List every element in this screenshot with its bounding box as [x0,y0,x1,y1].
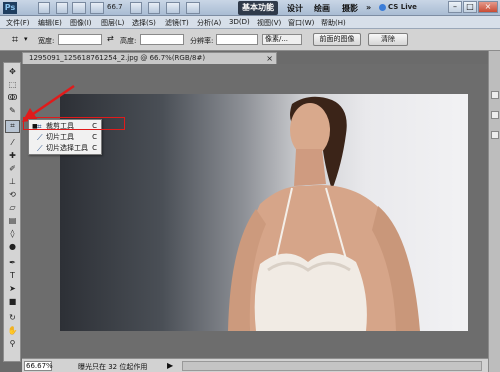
hand-tool-icon[interactable]: ✋ [7,326,18,335]
menu-window[interactable]: 窗口(W) [288,18,314,28]
slice-icon: ⟋ [37,133,43,142]
rotate-view-button[interactable] [148,2,160,14]
history-brush-tool-icon[interactable]: ⟲ [7,190,18,199]
path-selection-tool-icon[interactable]: ➤ [7,284,18,293]
gradient-tool-icon[interactable]: ▤ [7,216,18,225]
more-workspaces-icon[interactable]: » [366,3,371,12]
pen-tool-icon[interactable]: ✒ [7,258,18,267]
panel-icon[interactable] [491,91,499,99]
cs-live-icon [379,4,386,11]
hand-tool-button[interactable] [130,2,142,14]
menu-select[interactable]: 选择(S) [132,18,156,28]
slice-select-icon: ⟋ [37,144,43,153]
menu-filter[interactable]: 滤镜(T) [165,18,189,28]
screen-mode-button[interactable] [186,2,200,14]
blur-tool-icon[interactable]: ◊ [7,229,18,238]
clone-stamp-tool-icon[interactable]: ⊥ [7,177,18,186]
panel-dock-strip [488,51,500,372]
arrange-documents-button[interactable] [166,2,180,14]
close-button[interactable]: × [478,1,498,13]
height-label: 高度: [120,37,137,45]
menu-view[interactable]: 视图(V) [257,18,281,28]
eraser-tool-icon[interactable]: ▱ [7,203,18,212]
flyout-item-shortcut: C [92,144,97,152]
flyout-item-label: 切片工具 [46,133,74,141]
height-field[interactable] [140,34,184,45]
resolution-label: 分辨率: [190,37,214,45]
shape-tool-icon[interactable]: ■ [7,297,18,306]
front-image-button[interactable]: 前面的图像 [313,33,361,46]
cs-live-button[interactable]: CS Live [388,3,417,11]
flyout-item-label: 切片选择工具 [46,144,88,152]
clear-button[interactable]: 清除 [368,33,408,46]
panel-icon[interactable] [491,111,499,119]
crop-tool-highlight-box [23,117,125,130]
healing-brush-tool-icon[interactable]: ✚ [7,151,18,160]
zoom-tool-icon[interactable]: ⚲ [7,339,18,348]
menu-analysis[interactable]: 分析(A) [197,18,221,28]
flyout-item-slice-tool[interactable]: ⟋ 切片工具 C [29,132,101,143]
horizontal-scrollbar[interactable] [182,361,482,371]
type-tool-icon[interactable]: T [7,271,18,280]
flyout-item-shortcut: C [92,133,97,141]
resolution-units-select[interactable]: 像素/... [262,34,302,45]
dodge-tool-icon[interactable]: ● [7,242,18,251]
brush-tool-icon[interactable]: ✐ [7,164,18,173]
status-bar: 66.67% 曝光只在 32 位起作用 ▶ [22,358,488,372]
menu-help[interactable]: 帮助(H) [321,18,346,28]
workspace-design[interactable]: 设计 [287,3,303,14]
workspace-painting[interactable]: 绘画 [314,3,330,14]
status-zoom-field[interactable]: 66.67% [24,361,53,371]
resolution-field[interactable] [216,34,258,45]
close-document-icon[interactable]: × [266,53,273,64]
workspace-photography[interactable]: 摄影 [342,3,358,14]
status-menu-arrow-icon[interactable]: ▶ [167,361,173,370]
maximize-button[interactable]: □ [463,1,477,13]
flyout-item-slice-select-tool[interactable]: ⟋ 切片选择工具 C [29,143,101,154]
minimize-button[interactable]: – [448,1,462,13]
3d-rotate-tool-icon[interactable]: ↻ [7,313,18,322]
menu-3d[interactable]: 3D(D) [229,18,250,26]
workspace-essentials[interactable]: 基本功能 [238,1,278,15]
panel-icon[interactable] [491,131,499,139]
status-info: 曝光只在 32 位起作用 [78,363,148,371]
